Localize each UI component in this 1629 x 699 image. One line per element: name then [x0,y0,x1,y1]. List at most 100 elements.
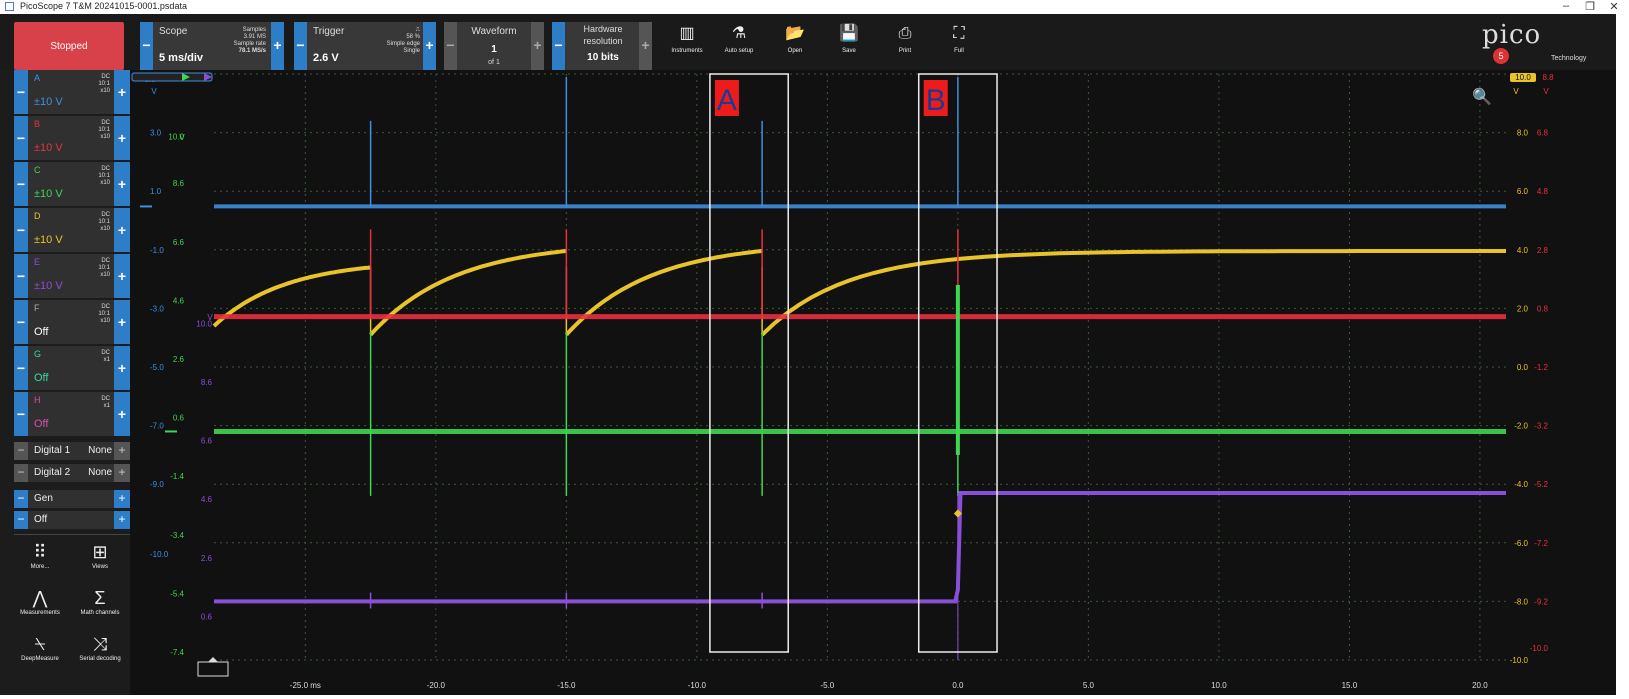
digital-1-decrease[interactable]: − [14,442,28,460]
axis-a-tick: -3.0 [150,304,164,313]
channel-c-range-increase[interactable]: + [114,162,130,206]
generator-label-row[interactable]: − Gen + [14,490,130,508]
channel-c-coupling: DC 10:1 x10 [98,166,110,186]
channel-h-coupling: DC x1 [101,396,110,409]
trigger-decrease-button[interactable]: − [294,22,307,70]
channel-g[interactable]: − G Off DC x1 + [14,346,130,390]
axis-d-tick: -8.0 [1514,597,1528,606]
channel-d-name: D [34,211,41,221]
trigger-edge-icon: ⎍ [415,27,420,33]
axis-e-tick: 0.6 [201,612,213,621]
generator-decrease[interactable]: − [14,490,28,508]
auto-setup-icon: ⚗ [731,25,747,42]
axis-a-tick: -9.0 [150,480,164,489]
axis-b-tick: 2.8 [1537,246,1549,255]
full-button[interactable]: ⛶ Full [936,22,982,70]
axis-b-top-label: 8.8 [1542,73,1554,82]
resolution-increase-button[interactable]: + [639,22,652,70]
axis-c-tick: 4.6 [173,296,185,305]
trigger-increase-button[interactable]: + [423,22,436,70]
generator-value-increase[interactable]: + [114,511,130,529]
digital-2-increase[interactable]: + [114,464,130,482]
channel-h-range-increase[interactable]: + [114,392,130,436]
timebase-increase-button[interactable]: + [271,22,284,70]
channel-b[interactable]: − B ±10 V DC 10:1 x10 + [14,116,130,160]
channel-h[interactable]: − H Off DC x1 + [14,392,130,436]
restore-icon[interactable]: ❐ [1580,0,1600,13]
waveform-next-button[interactable]: + [531,22,544,70]
run-stop-button[interactable]: Stopped [14,22,124,70]
save-button[interactable]: 💾 Save [826,22,872,70]
axis-d-tick: -4.0 [1514,480,1528,489]
channel-g-range-decrease[interactable]: − [14,346,28,390]
full-label: Full [954,48,964,54]
open-button[interactable]: 📂 Open [772,22,818,70]
axis-d-tick: 0.0 [1517,363,1529,372]
channel-a-range-decrease[interactable]: − [14,70,28,114]
measurements-button[interactable]: ⋀ Measurements [12,586,68,616]
hardware-label: Hardware [583,24,623,34]
trigger-value[interactable]: 2.6 V [313,52,339,64]
channel-d[interactable]: − D ±10 V DC 10:1 x10 + [14,208,130,252]
axis-b-tick: -5.2 [1534,480,1548,489]
digital-2-decrease[interactable]: − [14,464,28,482]
resolution-decrease-button[interactable]: − [552,22,565,70]
close-icon[interactable]: ✕ [1604,0,1624,13]
channel-c-range-decrease[interactable]: − [14,162,28,206]
more-button[interactable]: ⠿ More... [12,540,68,570]
channel-e-range-increase[interactable]: + [114,254,130,298]
generator-value-row[interactable]: − Off + [14,511,130,529]
axis-c-tick: -5.4 [170,589,184,598]
views-button[interactable]: ⊞ Views [72,540,128,570]
channel-a[interactable]: − A ±10 V DC 10:1 x10 + [14,70,130,114]
instruments-label: Instruments [671,48,703,54]
channel-f-coupling: DC 10:1 x10 [98,304,110,324]
channel-e-range-decrease[interactable]: − [14,254,28,298]
deepmeasure-icon: ⍀ [34,634,46,654]
channel-f[interactable]: − F Off DC 10:1 x10 + [14,300,130,344]
channel-d-range-increase[interactable]: + [114,208,130,252]
channel-e-coupling: DC 10:1 x10 [98,258,110,278]
minimize-icon[interactable]: – [1556,0,1576,12]
auto-setup-button[interactable]: ⚗ Auto setup [716,22,762,70]
digital-1[interactable]: − Digital 1 None + [14,442,130,460]
scope-chart[interactable]: -25.0 ms -20.0 -15.0 -10.0 -5.0 0.0 5.0 10.0 15.… [130,70,1616,695]
channel-b-range: ±10 V [34,142,63,154]
scope-view[interactable]: -25.0 ms -20.0 -15.0 -10.0 -5.0 0.0 5.0 10.0 15.… [130,70,1616,695]
axis-c-tick: 2.6 [173,355,185,364]
axis-b-tick: 4.8 [1537,187,1549,196]
timebase-value[interactable]: 5 ms/div [159,52,203,64]
x-tick-label: 0.0 [952,681,964,690]
channel-h-range-decrease[interactable]: − [14,392,28,436]
channel-f-range: Off [34,326,49,338]
channel-b-range-increase[interactable]: + [114,116,130,160]
channel-f-range-increase[interactable]: + [114,300,130,344]
pico-logo-sub: Technology [1551,55,1587,62]
axis-a-tick: 1.0 [150,187,162,196]
waveform-prev-button[interactable]: − [444,22,457,70]
channel-c[interactable]: − C ±10 V DC 10:1 x10 + [14,162,130,206]
channel-e[interactable]: − E ±10 V DC 10:1 x10 + [14,254,130,298]
axis-b-tick: 0.8 [1537,304,1549,313]
resolution-value[interactable]: 10 bits [568,52,638,63]
axis-e-tick: 2.6 [201,554,213,563]
notification-badge[interactable]: 5 [1493,48,1509,64]
print-button[interactable]: ⎙ Print [882,22,928,70]
digital-2[interactable]: − Digital 2 None + [14,464,130,482]
channel-g-range-increase[interactable]: + [114,346,130,390]
math-channels-button[interactable]: Σ Math channels [72,586,128,616]
generator-value-decrease[interactable]: − [14,511,28,529]
channel-d-range-decrease[interactable]: − [14,208,28,252]
channel-f-range-decrease[interactable]: − [14,300,28,344]
channel-c-range: ±10 V [34,188,63,200]
digital-1-increase[interactable]: + [114,442,130,460]
timebase-decrease-button[interactable]: − [140,22,153,70]
serial-decoding-button[interactable]: ⤨ Serial decoding [72,632,128,662]
deepmeasure-button[interactable]: ⍀ DeepMeasure [12,632,68,662]
generator-increase[interactable]: + [114,490,130,508]
instruments-button[interactable]: ▥ Instruments [664,22,710,70]
channel-b-range-decrease[interactable]: − [14,116,28,160]
channel-a-range-increase[interactable]: + [114,70,130,114]
open-icon: 📂 [785,25,805,42]
axis-d-tick: 8.0 [1517,129,1529,138]
